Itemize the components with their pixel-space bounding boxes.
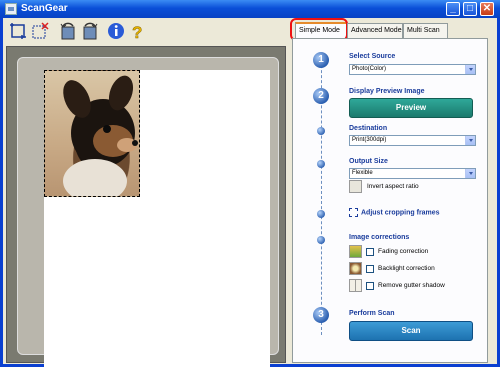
perform-scan-heading: Perform Scan (349, 310, 395, 317)
remove-gutter-shadow-label: Remove gutter shadow (378, 282, 445, 289)
destination-select[interactable]: Print(300dpi) (349, 135, 476, 146)
output-size-select[interactable]: Flexible (349, 168, 476, 179)
help-icon[interactable]: ? (127, 21, 147, 43)
chevron-down-icon[interactable] (465, 65, 475, 74)
remove-gutter-shadow-checkbox[interactable] (366, 282, 374, 290)
destination-heading: Destination (349, 125, 388, 132)
preview-area[interactable] (6, 46, 286, 368)
destination-select-value: Print(300dpi) (352, 137, 387, 143)
gutter-shadow-icon (349, 279, 362, 292)
crop-frame-icon (349, 208, 358, 217)
preview-image-crop-frame[interactable] (44, 70, 140, 197)
select-source-heading: Select Source (349, 53, 396, 60)
chevron-down-icon[interactable] (465, 169, 475, 178)
source-select[interactable]: Photo(Color) (349, 64, 476, 75)
aspect-ratio-icon[interactable] (349, 180, 362, 193)
step-1-icon: 1 (313, 52, 329, 68)
simple-mode-panel: 1 Select Source Photo(Color) 2 Display P… (292, 38, 488, 363)
adjust-cropping-label: Adjust cropping frames (361, 209, 440, 217)
adjust-cropping-frames-link[interactable]: Adjust cropping frames (349, 208, 440, 217)
title-bar[interactable]: ScanGear _ □ ✕ (0, 0, 500, 18)
info-icon[interactable] (106, 21, 126, 41)
fading-correction-label: Fading correction (378, 248, 429, 255)
window-title: ScanGear (21, 3, 68, 14)
settings-panel: Simple Mode Advanced Mode Multi Scan 1 S… (290, 18, 488, 363)
step-3-icon: 3 (313, 307, 329, 323)
image-corrections-heading: Image corrections (349, 234, 410, 241)
output-size-dot-icon (317, 160, 325, 168)
tab-advanced-mode[interactable]: Advanced Mode (347, 23, 403, 38)
app-icon (5, 3, 17, 15)
fading-correction-checkbox[interactable] (366, 248, 374, 256)
preview-button[interactable]: Preview (349, 98, 473, 118)
display-preview-heading: Display Preview Image (349, 88, 425, 95)
close-button[interactable]: ✕ (480, 2, 494, 16)
chevron-down-icon[interactable] (465, 136, 475, 145)
preview-paper (44, 70, 270, 368)
crop-icon[interactable] (8, 21, 28, 41)
output-size-select-value: Flexible (352, 170, 373, 176)
scangear-window: ScanGear _ □ ✕ ? Simple Mode Advanced Mo… (0, 0, 500, 368)
clear-crop-icon[interactable] (30, 21, 50, 41)
dog-photo-icon (63, 75, 138, 196)
maximize-button[interactable]: □ (463, 2, 477, 16)
fading-correction-icon (349, 245, 362, 258)
scan-button[interactable]: Scan (349, 321, 473, 341)
backlight-correction-label: Backlight correction (378, 265, 435, 272)
rotate-right-icon[interactable] (80, 21, 100, 41)
tab-multi-scan[interactable]: Multi Scan (403, 23, 448, 38)
source-select-value: Photo(Color) (352, 66, 387, 72)
destination-dot-icon (317, 127, 325, 135)
preview-frame (17, 57, 279, 368)
invert-aspect-ratio-label: Invert aspect ratio (367, 183, 419, 190)
rotate-left-icon[interactable] (58, 21, 78, 41)
corrections-dot-icon (317, 236, 325, 244)
backlight-correction-checkbox[interactable] (366, 265, 374, 273)
output-size-heading: Output Size (349, 158, 388, 165)
minimize-button[interactable]: _ (446, 2, 460, 16)
backlight-correction-icon (349, 262, 362, 275)
cropping-dot-icon (317, 210, 325, 218)
step-2-icon: 2 (313, 88, 329, 104)
svg-text:?: ? (132, 23, 142, 41)
